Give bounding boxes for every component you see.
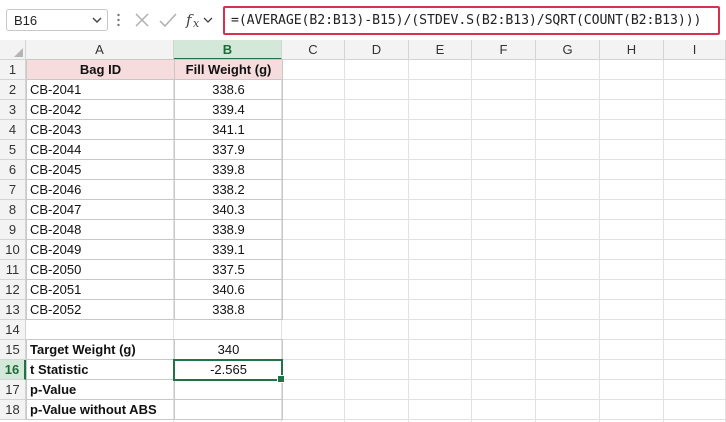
bag-id-cell[interactable]: CB-2042 [26, 99, 175, 120]
bag-id-cell[interactable]: CB-2041 [26, 79, 175, 100]
fill-weight-cell[interactable]: 338.6 [174, 79, 283, 100]
select-all-button[interactable] [0, 40, 26, 60]
fill-weight-cell[interactable]: 339.4 [174, 99, 283, 120]
header-bag-id[interactable]: Bag ID [26, 59, 175, 80]
row-header-4[interactable]: 4 [0, 120, 26, 140]
chevron-down-icon[interactable] [92, 16, 102, 24]
fill-weight-cell[interactable]: 341.1 [174, 119, 283, 140]
column-header-c[interactable]: C [282, 40, 345, 60]
formula-bar: B16 f x =(AVERAGE(B2:B13)-B15)/(STDEV.S(… [0, 0, 726, 40]
fill-weight-cell[interactable]: 338.9 [174, 219, 283, 240]
bag-id-cell[interactable]: CB-2051 [26, 279, 175, 300]
column-header-e[interactable]: E [409, 40, 472, 60]
row-header-3[interactable]: 3 [0, 100, 26, 120]
bag-id-cell[interactable]: CB-2046 [26, 179, 175, 200]
column-header-b[interactable]: B [174, 40, 282, 60]
fill-weight-cell[interactable]: 337.5 [174, 259, 283, 280]
column-header-d[interactable]: D [345, 40, 409, 60]
row-header-12[interactable]: 12 [0, 280, 26, 300]
summary-value[interactable]: -2.565 [174, 359, 283, 380]
bag-id-cell[interactable]: CB-2045 [26, 159, 175, 180]
row-header-11[interactable]: 11 [0, 260, 26, 280]
column-header-a[interactable]: A [26, 40, 174, 60]
row-header-18[interactable]: 18 [0, 400, 26, 420]
summary-label[interactable]: Target Weight (g) [26, 339, 175, 360]
column-header-f[interactable]: F [472, 40, 536, 60]
row-header-7[interactable]: 7 [0, 180, 26, 200]
bag-id-cell[interactable]: CB-2047 [26, 199, 175, 220]
fill-weight-cell[interactable]: 338.8 [174, 299, 283, 320]
summary-value[interactable] [174, 399, 283, 420]
summary-label[interactable]: t Statistic [26, 359, 175, 380]
summary-value[interactable]: 340 [174, 339, 283, 360]
formula-actions: f x [135, 11, 213, 30]
bag-id-cell[interactable]: CB-2044 [26, 139, 175, 160]
column-header-h[interactable]: H [600, 40, 664, 60]
formula-text: =(AVERAGE(B2:B13)-B15)/(STDEV.S(B2:B13)/… [231, 13, 702, 28]
cancel-icon[interactable] [135, 13, 149, 27]
row-header-13[interactable]: 13 [0, 300, 26, 320]
row-header-8[interactable]: 8 [0, 200, 26, 220]
bag-id-cell[interactable]: CB-2050 [26, 259, 175, 280]
enter-icon[interactable] [159, 13, 177, 28]
fill-weight-cell[interactable]: 340.3 [174, 199, 283, 220]
column-header-i[interactable]: I [664, 40, 726, 60]
column-header-g[interactable]: G [536, 40, 600, 60]
summary-label[interactable]: p-Value without ABS [26, 399, 175, 420]
svg-text:x: x [193, 17, 200, 30]
fill-weight-cell[interactable]: 337.9 [174, 139, 283, 160]
row-header-17[interactable]: 17 [0, 380, 26, 400]
row-header-6[interactable]: 6 [0, 160, 26, 180]
insert-function-icon[interactable]: f x [185, 11, 213, 30]
bag-id-cell[interactable]: CB-2048 [26, 219, 175, 240]
row-header-5[interactable]: 5 [0, 140, 26, 160]
row-header-10[interactable]: 10 [0, 240, 26, 260]
summary-value[interactable] [174, 379, 283, 400]
summary-label[interactable]: p-Value [26, 379, 175, 400]
name-box[interactable]: B16 [6, 9, 108, 31]
row-header-14[interactable]: 14 [0, 320, 26, 340]
more-options-icon[interactable] [117, 13, 120, 27]
bag-id-cell[interactable]: CB-2052 [26, 299, 175, 320]
row-header-15[interactable]: 15 [0, 340, 26, 360]
fill-weight-cell[interactable]: 338.2 [174, 179, 283, 200]
row-header-16[interactable]: 16 [0, 360, 26, 380]
worksheet-grid[interactable]: ABCDEFGHI 1 2 3 4 5 6 7 8 9 10 11 12 13 14 15 16 17 18 Ba… [0, 40, 726, 422]
fill-weight-cell[interactable]: 340.6 [174, 279, 283, 300]
formula-input[interactable]: =(AVERAGE(B2:B13)-B15)/(STDEV.S(B2:B13)/… [223, 6, 720, 35]
row-header-9[interactable]: 9 [0, 220, 26, 240]
fill-weight-cell[interactable]: 339.8 [174, 159, 283, 180]
row-header-1[interactable]: 1 [0, 60, 26, 80]
bag-id-cell[interactable]: CB-2049 [26, 239, 175, 260]
fill-weight-cell[interactable]: 339.1 [174, 239, 283, 260]
row-header-2[interactable]: 2 [0, 80, 26, 100]
name-box-value: B16 [14, 13, 38, 28]
header-fill-weight[interactable]: Fill Weight (g) [174, 59, 283, 80]
bag-id-cell[interactable]: CB-2043 [26, 119, 175, 140]
